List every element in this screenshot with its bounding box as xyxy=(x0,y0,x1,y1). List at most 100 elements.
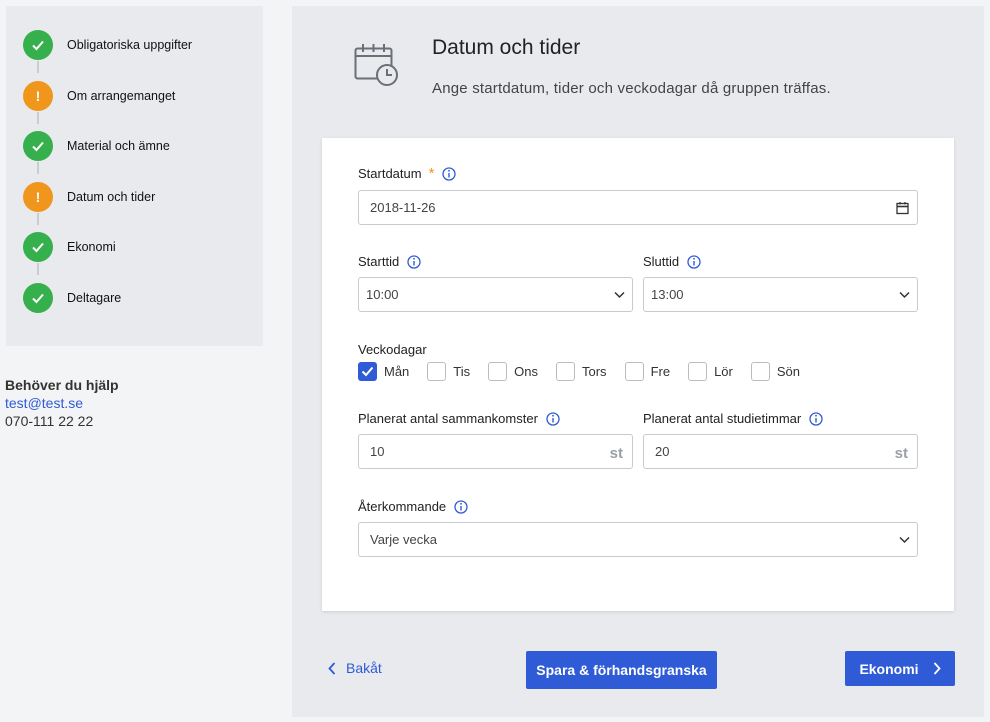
weekday-label: Tis xyxy=(453,364,471,379)
check-icon xyxy=(23,283,53,313)
sluttid-select[interactable]: 13:00 xyxy=(643,277,918,312)
info-icon[interactable] xyxy=(809,411,823,426)
info-icon[interactable] xyxy=(546,411,560,426)
info-icon[interactable] xyxy=(407,254,421,269)
sammankomster-input[interactable]: 10 st xyxy=(358,434,633,469)
startdatum-label: Startdatum * xyxy=(358,165,457,182)
info-icon[interactable] xyxy=(442,166,457,181)
startdatum-input[interactable]: 2018-11-26 xyxy=(358,190,918,225)
weekday-label: Ons xyxy=(514,364,538,379)
step-obligatoriska-uppgifter[interactable]: Obligatoriska uppgifter xyxy=(23,30,192,60)
step-label: Deltagare xyxy=(67,291,122,305)
weekday-fre[interactable]: Fre xyxy=(624,362,671,381)
step-material-och-amne[interactable]: Material och ämne xyxy=(23,131,170,161)
weekday-checkboxes: Mån Tis Ons Tors Fre Lör Sön xyxy=(358,362,818,381)
startdatum-value: 2018-11-26 xyxy=(370,200,436,215)
required-mark: * xyxy=(428,165,435,182)
weekday-man[interactable]: Mån xyxy=(358,362,409,381)
step-label: Om arrangemanget xyxy=(67,89,176,103)
warning-icon: ! xyxy=(23,182,53,212)
aterkommande-label-text: Återkommande xyxy=(358,499,447,514)
chevron-right-icon xyxy=(933,662,941,675)
weekday-son[interactable]: Sön xyxy=(750,362,800,381)
sammankomster-value: 10 xyxy=(370,444,385,459)
studietimmar-label-text: Planerat antal studietimmar xyxy=(643,411,802,426)
step-label: Material och ämne xyxy=(67,139,170,153)
check-icon xyxy=(23,30,53,60)
form-card: Startdatum * 2018-11-26 Starttid 10:00 S… xyxy=(322,138,954,611)
unit-suffix: st xyxy=(894,445,908,462)
weekday-tis[interactable]: Tis xyxy=(427,362,470,381)
starttid-value: 10:00 xyxy=(366,287,399,302)
warning-icon: ! xyxy=(23,81,53,111)
starttid-select[interactable]: 10:00 xyxy=(358,277,633,312)
sammankomster-label-text: Planerat antal sammankomster xyxy=(358,411,538,426)
next-button-label: Ekonomi xyxy=(859,660,919,677)
startdatum-label-text: Startdatum xyxy=(358,166,422,181)
weekday-label: Tors xyxy=(582,364,607,379)
weekday-label: Lör xyxy=(714,364,733,379)
weekday-label: Mån xyxy=(384,364,410,379)
aterkommande-select[interactable]: Varje vecka xyxy=(358,522,918,557)
weekday-label: Sön xyxy=(776,364,800,379)
chevron-left-icon xyxy=(328,661,336,675)
veckodagar-label-text: Veckodagar xyxy=(358,342,427,357)
help-title: Behöver du hjälp xyxy=(5,377,119,393)
weekday-label: Fre xyxy=(650,364,671,379)
checkbox-checked[interactable] xyxy=(358,362,377,381)
checkbox[interactable] xyxy=(556,362,575,381)
back-button[interactable]: Bakåt xyxy=(328,660,382,676)
step-deltagare[interactable]: Deltagare xyxy=(23,283,121,313)
sammankomster-label: Planerat antal sammankomster xyxy=(358,411,560,426)
step-ekonomi[interactable]: Ekonomi xyxy=(23,232,116,262)
save-preview-button[interactable]: Spara & förhandsgranska xyxy=(526,651,717,689)
weekday-tors[interactable]: Tors xyxy=(556,362,607,381)
starttid-label-text: Starttid xyxy=(358,254,400,269)
help-email-link[interactable]: test@test.se xyxy=(5,394,119,412)
back-button-label: Bakåt xyxy=(346,660,382,676)
starttid-label: Starttid xyxy=(358,254,421,269)
step-label: Ekonomi xyxy=(67,240,116,254)
progress-stepper: Obligatoriska uppgifter ! Om arrangemang… xyxy=(6,6,263,346)
check-icon xyxy=(23,232,53,262)
chevron-down-icon xyxy=(899,536,910,544)
aterkommande-value: Varje vecka xyxy=(370,532,437,547)
studietimmar-input[interactable]: 20 st xyxy=(643,434,918,469)
step-connector xyxy=(37,162,39,174)
weekday-lor[interactable]: Lör xyxy=(688,362,733,381)
step-om-arrangemanget[interactable]: ! Om arrangemanget xyxy=(23,81,175,111)
calendar-icon[interactable] xyxy=(896,201,909,215)
step-connector xyxy=(37,263,39,275)
help-phone: 070-111 22 22 xyxy=(5,413,94,429)
studietimmar-label: Planerat antal studietimmar xyxy=(643,411,823,426)
sluttid-label-text: Sluttid xyxy=(643,254,680,269)
aterkommande-label: Återkommande xyxy=(358,499,468,514)
page-title: Datum och tider xyxy=(432,36,581,59)
step-label: Datum och tider xyxy=(67,190,156,204)
checkbox[interactable] xyxy=(750,362,770,381)
studietimmar-value: 20 xyxy=(655,444,670,459)
info-icon[interactable] xyxy=(687,254,701,269)
checkbox[interactable] xyxy=(427,362,447,381)
chevron-down-icon xyxy=(614,291,625,299)
info-icon[interactable] xyxy=(454,499,468,514)
step-label: Obligatoriska uppgifter xyxy=(67,38,193,52)
page-subtitle: Ange startdatum, tider och veckodagar då… xyxy=(432,80,831,97)
step-connector xyxy=(37,112,39,124)
chevron-down-icon xyxy=(899,291,910,299)
step-datum-och-tider[interactable]: ! Datum och tider xyxy=(23,182,155,212)
unit-suffix: st xyxy=(609,445,623,462)
veckodagar-label: Veckodagar xyxy=(358,342,427,357)
help-section: Behöver du hjälp test@test.se 070-111 22… xyxy=(5,376,119,430)
step-connector xyxy=(37,61,39,73)
check-icon xyxy=(23,131,53,161)
weekday-ons[interactable]: Ons xyxy=(488,362,538,381)
main-panel: Datum och tider Ange startdatum, tider o… xyxy=(292,6,984,717)
checkbox[interactable] xyxy=(488,362,508,381)
calendar-clock-icon xyxy=(354,44,398,86)
checkbox[interactable] xyxy=(624,362,644,381)
sluttid-value: 13:00 xyxy=(651,287,684,302)
checkbox[interactable] xyxy=(688,362,708,381)
save-preview-label: Spara & förhandsgranska xyxy=(536,662,707,678)
next-button[interactable]: Ekonomi xyxy=(845,651,955,686)
